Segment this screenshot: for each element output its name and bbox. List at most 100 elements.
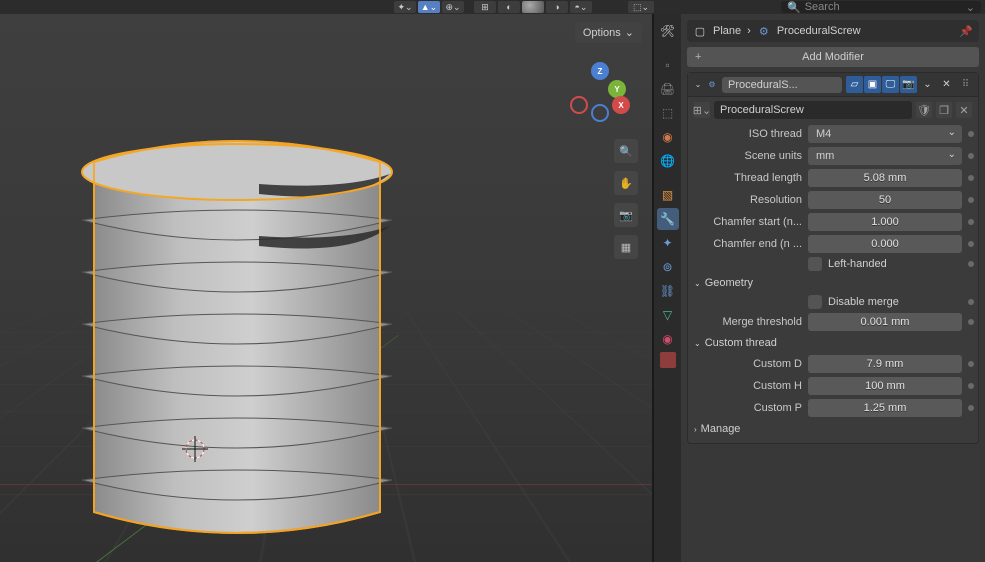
tab-constraints[interactable]: ⛓ <box>657 280 679 302</box>
unlink-nodegroup-icon[interactable]: ✕ <box>956 102 972 118</box>
viewport-tools: 🔍 ✋ 📷 ▦ <box>614 139 638 259</box>
breadcrumb: ▢ Plane › ⚙ ProceduralScrew 📌 <box>687 20 979 42</box>
section-manage[interactable]: › Manage <box>692 419 974 439</box>
prop-chamfer-end: Chamfer end (n ... 0.000 <box>692 233 974 255</box>
checkbox-disable-merge[interactable] <box>808 295 822 309</box>
toggle-editmode[interactable]: ▱ <box>846 76 863 93</box>
anim-dot[interactable] <box>968 197 974 203</box>
tab-data[interactable]: ▽ <box>657 304 679 326</box>
tab-particles[interactable]: ✦ <box>657 232 679 254</box>
section-custom-thread[interactable]: ⌄ Custom thread <box>692 333 974 353</box>
properties-tab-strip: 🛠 ▫ 🖨 ⬚ ◉ 🌐 ▧ 🔧 ✦ ⊚ ⛓ ▽ ◉ <box>653 14 681 562</box>
modifier-extras-dropdown[interactable]: ⌄ <box>919 76 936 93</box>
cursor-icon[interactable]: ✦⌄ <box>394 1 416 13</box>
anim-dot[interactable] <box>968 261 974 267</box>
search-dropdown-icon[interactable]: ⌄ <box>966 1 975 14</box>
zoom-icon[interactable]: 🔍 <box>614 139 638 163</box>
anim-dot[interactable] <box>968 153 974 159</box>
field-thread-length[interactable]: 5.08 mm <box>808 169 962 187</box>
wire-shade-icon[interactable]: ◐ <box>498 1 520 13</box>
anim-dot[interactable] <box>968 361 974 367</box>
matcap-shade-icon[interactable]: ◑ <box>546 1 568 13</box>
tab-output[interactable]: 🖨 <box>657 78 679 100</box>
gizmo-neg-z[interactable] <box>591 104 609 122</box>
modifier-name-field[interactable]: ProceduralS... <box>722 77 842 93</box>
anim-dot[interactable] <box>968 241 974 247</box>
breadcrumb-modifier[interactable]: ProceduralScrew <box>777 25 861 37</box>
toggle-render[interactable]: 📷 <box>900 76 917 93</box>
modifier-header: ⌄ ⚙ ProceduralS... ▱ ▣ 🖵 📷 ⌄ ✕ ⠿ <box>688 73 978 97</box>
gizmo-neg-x[interactable] <box>570 96 588 114</box>
prop-chamfer-start: Chamfer start (n... 1.000 <box>692 211 974 233</box>
chevron-right-icon: › <box>694 425 697 434</box>
node-browse-icon[interactable]: ⊞⌄ <box>694 102 710 118</box>
section-geometry[interactable]: ⌄ Geometry <box>692 273 974 293</box>
duplicate-nodegroup-icon[interactable]: ❐ <box>936 102 952 118</box>
search-input[interactable]: 🔍 Search ⌄ <box>781 1 981 13</box>
anim-dot[interactable] <box>968 299 974 305</box>
label-merge-threshold: Merge threshold <box>692 316 802 328</box>
select-icon[interactable]: ▲⌄ <box>418 1 440 13</box>
anim-dot[interactable] <box>968 383 974 389</box>
node-group-name-field[interactable]: ProceduralScrew <box>714 101 912 119</box>
add-modifier-button[interactable]: + Add Modifier <box>687 47 979 67</box>
screw-mesh[interactable] <box>54 112 420 554</box>
anim-dot[interactable] <box>968 219 974 225</box>
anim-dot[interactable] <box>968 405 974 411</box>
pan-icon[interactable]: ✋ <box>614 171 638 195</box>
tab-viewlayer[interactable]: ⬚ <box>657 102 679 124</box>
editor-type-icon[interactable]: ⬚⌄ <box>628 1 654 13</box>
tab-render[interactable]: ▫ <box>657 54 679 76</box>
label-chamfer-start: Chamfer start (n... <box>692 216 802 228</box>
label-left-handed: Left-handed <box>828 258 887 270</box>
expand-toggle[interactable]: ⌄ <box>692 79 704 91</box>
properties-panel: ▢ Plane › ⚙ ProceduralScrew 📌 + Add Modi… <box>681 14 985 562</box>
pin-icon[interactable]: 📌 <box>959 25 973 38</box>
modifier-panel: ⌄ ⚙ ProceduralS... ▱ ▣ 🖵 📷 ⌄ ✕ ⠿ ⊞⌄ Proc… <box>687 72 979 444</box>
tab-material[interactable]: ◉ <box>657 328 679 350</box>
global-icon[interactable]: ⊕⌄ <box>442 1 464 13</box>
render-shade-icon[interactable]: ◓⌄ <box>570 1 592 13</box>
overlay-icon[interactable]: ⊞ <box>474 1 496 13</box>
tab-world[interactable]: 🌐 <box>657 150 679 172</box>
field-custom-h[interactable]: 100 mm <box>808 377 962 395</box>
chevron-down-icon: ⌄ <box>694 339 701 348</box>
tab-modifiers[interactable]: 🔧 <box>657 208 679 230</box>
toggle-realtime[interactable]: ▣ <box>864 76 881 93</box>
fake-user-icon[interactable]: 🛡 <box>916 102 932 118</box>
navigation-gizmo[interactable]: Z Y X <box>570 62 630 122</box>
field-custom-p[interactable]: 1.25 mm <box>808 399 962 417</box>
search-placeholder: Search <box>805 1 840 13</box>
viewport-3d[interactable]: Options ⌄ Z Y X 🔍 ✋ 📷 ▦ <box>0 14 653 562</box>
gizmo-y[interactable]: Y <box>608 80 626 98</box>
tab-tool[interactable]: 🛠 <box>657 20 679 42</box>
tab-physics[interactable]: ⊚ <box>657 256 679 278</box>
options-dropdown[interactable]: Options ⌄ <box>575 22 642 43</box>
breadcrumb-object[interactable]: Plane <box>713 25 741 37</box>
checkbox-left-handed[interactable] <box>808 257 822 271</box>
perspective-icon[interactable]: ▦ <box>614 235 638 259</box>
field-scene-units[interactable]: mm <box>808 147 962 165</box>
field-chamfer-start[interactable]: 1.000 <box>808 213 962 231</box>
field-merge-threshold[interactable]: 0.001 mm <box>808 313 962 331</box>
anim-dot[interactable] <box>968 319 974 325</box>
tab-object[interactable]: ▧ <box>657 184 679 206</box>
anim-dot[interactable] <box>968 131 974 137</box>
field-resolution[interactable]: 50 <box>808 191 962 209</box>
delete-modifier-icon[interactable]: ✕ <box>938 76 955 93</box>
solid-shade-icon[interactable] <box>522 1 544 13</box>
gizmo-x[interactable]: X <box>612 96 630 114</box>
field-iso-thread[interactable]: M4 <box>808 125 962 143</box>
tab-texture[interactable] <box>660 352 676 368</box>
prop-custom-h: Custom H 100 mm <box>692 375 974 397</box>
field-chamfer-end[interactable]: 0.000 <box>808 235 962 253</box>
camera-icon[interactable]: 📷 <box>614 203 638 227</box>
anim-dot[interactable] <box>968 175 974 181</box>
prop-left-handed: Left-handed <box>692 255 974 273</box>
prop-custom-d: Custom D 7.9 mm <box>692 353 974 375</box>
field-custom-d[interactable]: 7.9 mm <box>808 355 962 373</box>
tab-scene[interactable]: ◉ <box>657 126 679 148</box>
gizmo-z[interactable]: Z <box>591 62 609 80</box>
toggle-viewport[interactable]: 🖵 <box>882 76 899 93</box>
drag-handle-icon[interactable]: ⠿ <box>957 76 974 93</box>
